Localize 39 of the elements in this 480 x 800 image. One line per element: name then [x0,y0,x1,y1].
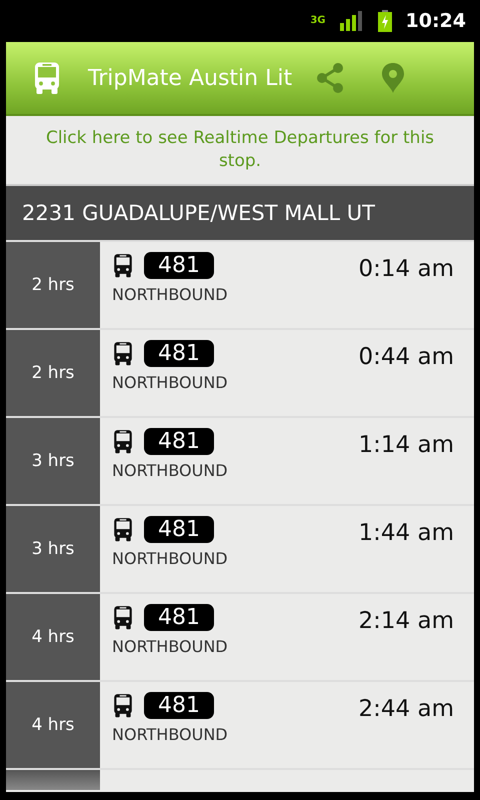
wait-time: 4 hrs [6,682,100,768]
battery-icon [378,10,392,32]
route-number: 481 [144,252,214,279]
direction: NORTHBOUND [112,637,228,656]
departure-time: 0:44 am [358,344,454,372]
stop-name: 2231 GUADALUPE/WEST MALL UT [22,201,375,225]
clock: 10:24 [406,10,466,32]
bus-icon [112,428,134,454]
network-type: 3G [310,16,326,26]
direction: NORTHBOUND [112,285,228,304]
wait-time: 4 hrs [6,594,100,680]
wait-time: 3 hrs [6,418,100,504]
route-number: 481 [144,516,214,543]
route-number: 481 [144,428,214,455]
bus-icon [112,604,134,630]
route-number: 481 [144,340,214,367]
app-title: TripMate Austin Lit [88,66,292,90]
direction: NORTHBOUND [112,461,228,480]
signal-icon [340,11,364,31]
bus-icon [112,692,134,718]
realtime-link[interactable]: Click here to see Realtime Departures for this stop. [26,127,454,173]
location-pin-icon[interactable] [382,63,404,93]
route-number: 481 [144,692,214,719]
departure-time: 1:14 am [358,432,454,460]
bus-icon [112,340,134,366]
wait-time: 2 hrs [6,242,100,328]
direction: NORTHBOUND [112,373,228,392]
departure-time: 1:44 am [358,520,454,548]
departure-time: 2:14 am [358,608,454,636]
bus-icon [112,516,134,542]
departure-time: 0:14 am [358,256,454,284]
wait-time: 3 hrs [6,506,100,592]
bus-icon [32,60,62,96]
wait-time: 2 hrs [6,330,100,416]
bus-icon [112,252,134,278]
direction: NORTHBOUND [112,725,228,744]
route-number: 481 [144,604,214,631]
direction: NORTHBOUND [112,549,228,568]
departure-time: 2:44 am [358,696,454,724]
